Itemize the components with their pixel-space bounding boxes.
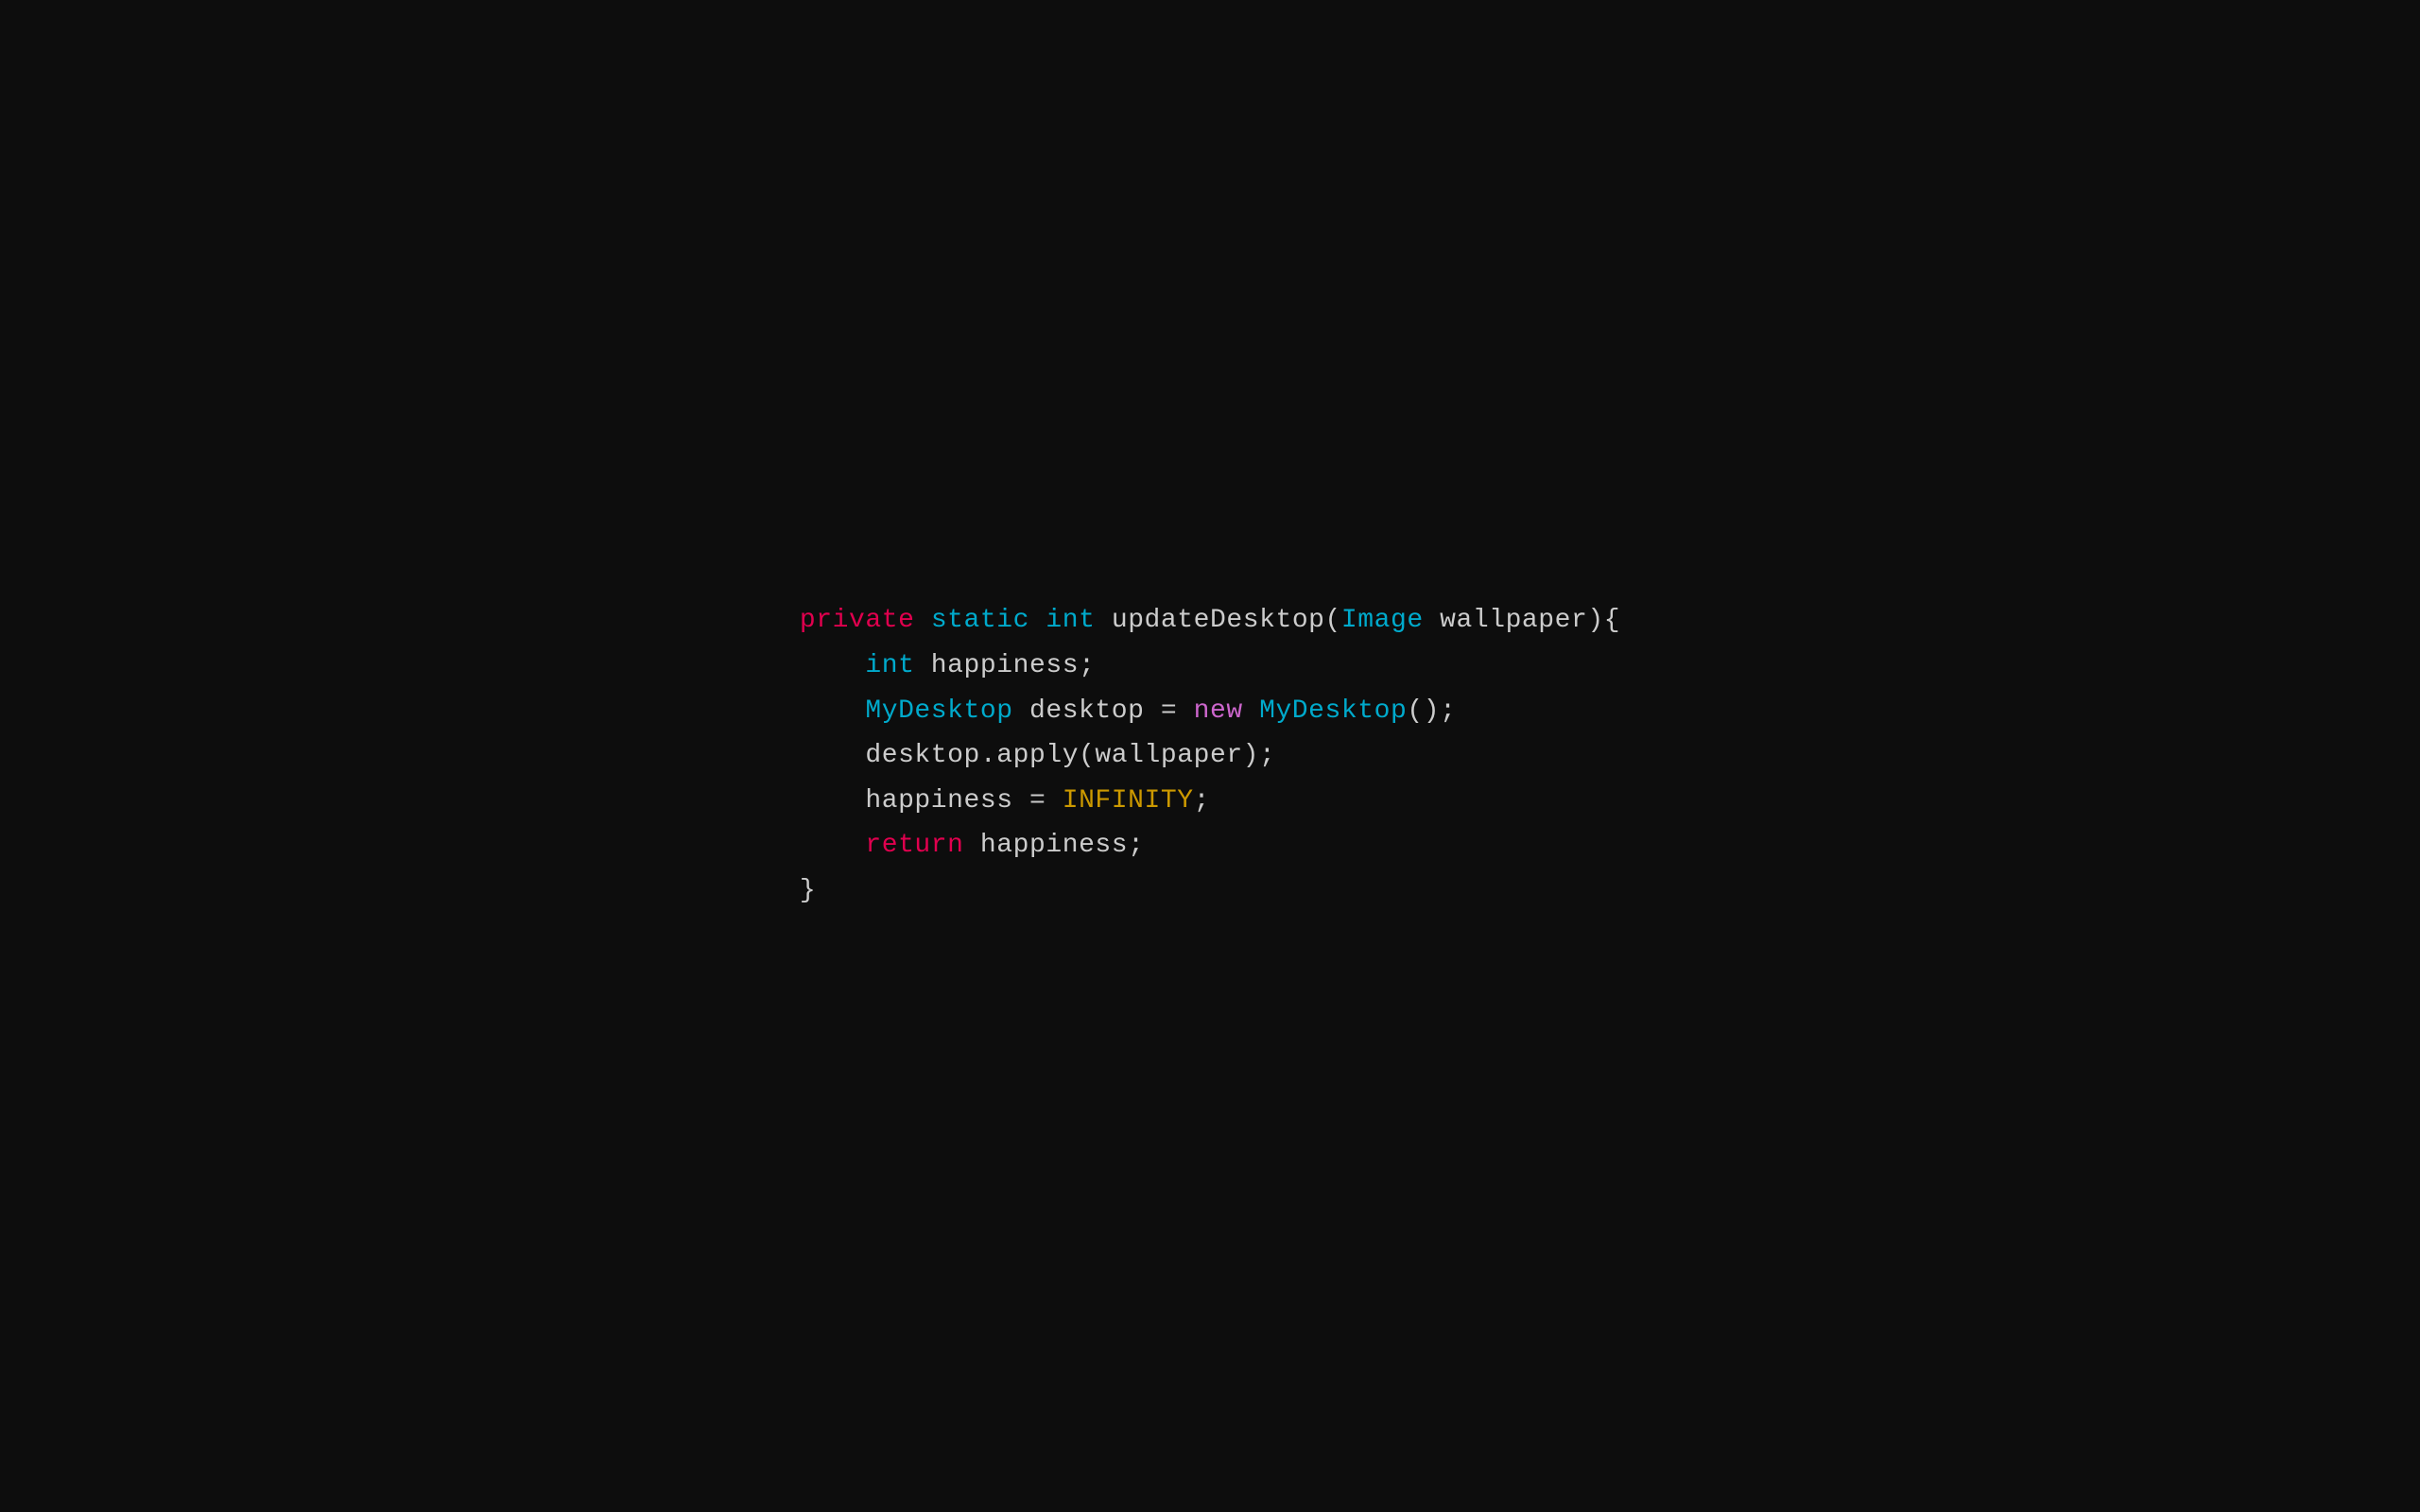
code-line: MyDesktop desktop = new MyDesktop();	[800, 689, 1620, 734]
code-token: MyDesktop	[1259, 689, 1407, 734]
code-token	[914, 598, 930, 644]
code-token: updateDesktop(	[1095, 598, 1340, 644]
code-token	[1243, 689, 1259, 734]
code-line: return happiness;	[800, 823, 1620, 868]
code-token: desktop.apply(wallpaper);	[800, 733, 1276, 779]
code-token: Image	[1341, 598, 1424, 644]
code-token	[1029, 598, 1046, 644]
code-token: INFINITY	[1063, 779, 1194, 824]
code-line: }	[800, 868, 1620, 914]
code-line: happiness = INFINITY;	[800, 779, 1620, 824]
code-token: private	[800, 598, 915, 644]
code-token: ();	[1407, 689, 1456, 734]
code-token: }	[800, 868, 816, 914]
code-block: private static int updateDesktop(Image w…	[800, 598, 1620, 913]
code-token	[800, 823, 865, 868]
code-token: happiness;	[964, 823, 1145, 868]
code-token: wallpaper){	[1424, 598, 1620, 644]
code-token: desktop =	[1013, 689, 1194, 734]
code-token: ;	[1194, 779, 1210, 824]
code-token: int	[1046, 598, 1095, 644]
code-token: static	[931, 598, 1029, 644]
code-line: private static int updateDesktop(Image w…	[800, 598, 1620, 644]
code-token: happiness =	[800, 779, 1063, 824]
code-token: happiness;	[914, 644, 1095, 689]
code-token: int	[865, 644, 914, 689]
code-token	[800, 644, 865, 689]
code-token: new	[1194, 689, 1243, 734]
code-token: MyDesktop	[865, 689, 1012, 734]
code-line: desktop.apply(wallpaper);	[800, 733, 1620, 779]
code-token	[800, 689, 865, 734]
code-line: int happiness;	[800, 644, 1620, 689]
code-token: return	[865, 823, 963, 868]
